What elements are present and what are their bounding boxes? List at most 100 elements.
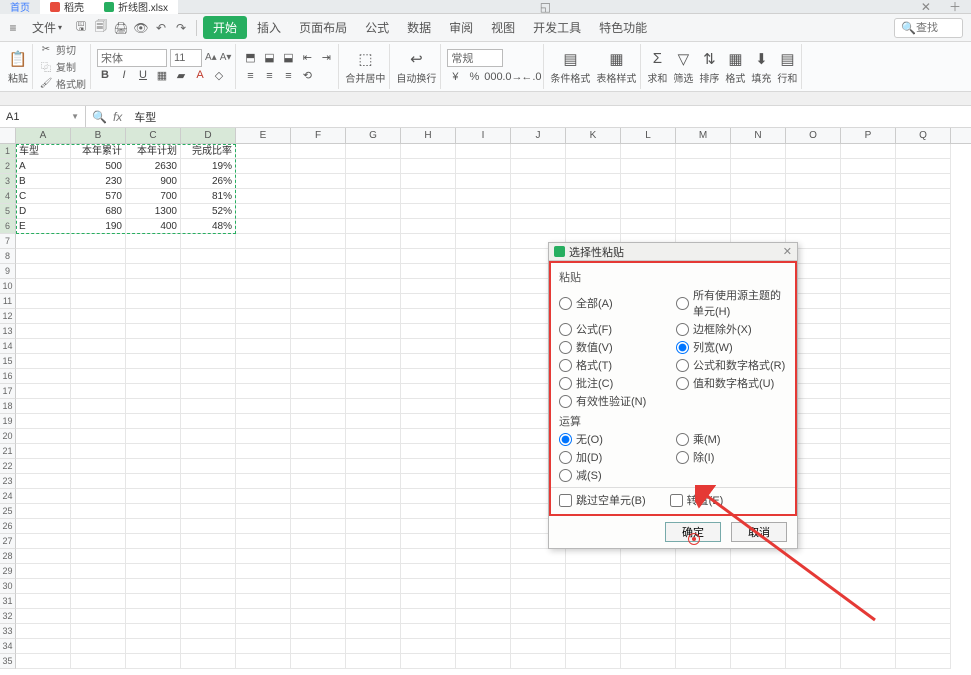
row-header[interactable]: 33: [0, 624, 16, 639]
cell[interactable]: [291, 444, 346, 459]
cell[interactable]: [841, 309, 896, 324]
radio-option[interactable]: 加(D): [559, 449, 670, 465]
cell[interactable]: [566, 204, 621, 219]
radio-input[interactable]: [559, 359, 572, 372]
cell[interactable]: [346, 609, 401, 624]
cell[interactable]: [401, 519, 456, 534]
cell[interactable]: [71, 369, 126, 384]
cell[interactable]: [71, 639, 126, 654]
cell[interactable]: [621, 564, 676, 579]
search-input[interactable]: [916, 22, 956, 34]
cell[interactable]: [621, 204, 676, 219]
cell[interactable]: [181, 474, 236, 489]
cell[interactable]: 48%: [181, 219, 236, 234]
cell[interactable]: [71, 249, 126, 264]
col-header-K[interactable]: K: [566, 128, 621, 143]
cell[interactable]: [676, 144, 731, 159]
qa-saveas-icon[interactable]: 🗐: [92, 19, 110, 37]
cell[interactable]: [401, 594, 456, 609]
radio-input[interactable]: [676, 323, 689, 336]
cell[interactable]: [841, 279, 896, 294]
row-header[interactable]: 4: [0, 189, 16, 204]
menu-file[interactable]: 文件▾: [24, 15, 70, 40]
cell[interactable]: [786, 639, 841, 654]
cell[interactable]: [236, 654, 291, 669]
row-header[interactable]: 2: [0, 159, 16, 174]
cell[interactable]: [841, 234, 896, 249]
tab-restore-icon[interactable]: ◱: [532, 0, 559, 14]
comma-icon[interactable]: 000: [485, 69, 501, 85]
radio-input[interactable]: [559, 323, 572, 336]
clearformat-button[interactable]: ◇: [211, 67, 227, 83]
cell[interactable]: [786, 564, 841, 579]
cell[interactable]: [346, 234, 401, 249]
radio-input[interactable]: [559, 377, 572, 390]
cut-button[interactable]: ✂剪切: [39, 42, 86, 57]
cell[interactable]: [291, 354, 346, 369]
menu-formula[interactable]: 公式: [357, 15, 397, 40]
cell[interactable]: [126, 564, 181, 579]
sum-button[interactable]: Σ求和: [647, 49, 667, 85]
menu-data[interactable]: 数据: [399, 15, 439, 40]
cell[interactable]: [16, 429, 71, 444]
cell[interactable]: [401, 489, 456, 504]
row-header[interactable]: 17: [0, 384, 16, 399]
cell[interactable]: [731, 639, 786, 654]
cell[interactable]: [511, 594, 566, 609]
cell[interactable]: [841, 609, 896, 624]
cell[interactable]: [401, 144, 456, 159]
cell[interactable]: [456, 414, 511, 429]
cell[interactable]: [456, 189, 511, 204]
ok-button[interactable]: 确定: [665, 522, 721, 542]
cell[interactable]: [731, 579, 786, 594]
border-button[interactable]: ▦: [154, 67, 170, 83]
cell[interactable]: [346, 579, 401, 594]
cell[interactable]: [126, 444, 181, 459]
cell[interactable]: [291, 144, 346, 159]
cell[interactable]: [731, 609, 786, 624]
cell[interactable]: [126, 324, 181, 339]
cell[interactable]: [236, 234, 291, 249]
cell[interactable]: [71, 594, 126, 609]
cell[interactable]: [401, 624, 456, 639]
cell[interactable]: [566, 174, 621, 189]
cell[interactable]: [841, 474, 896, 489]
row-header[interactable]: 10: [0, 279, 16, 294]
cell[interactable]: [456, 519, 511, 534]
cell[interactable]: [346, 279, 401, 294]
cell[interactable]: [456, 429, 511, 444]
cell[interactable]: [16, 444, 71, 459]
cell[interactable]: [126, 429, 181, 444]
cell[interactable]: [731, 159, 786, 174]
cell[interactable]: [401, 354, 456, 369]
cell[interactable]: [181, 309, 236, 324]
radio-input[interactable]: [676, 359, 689, 372]
cell[interactable]: [346, 654, 401, 669]
qa-redo-icon[interactable]: ↷: [172, 19, 190, 37]
row-header[interactable]: 34: [0, 639, 16, 654]
cell[interactable]: [236, 609, 291, 624]
cell[interactable]: [126, 279, 181, 294]
cell[interactable]: [181, 564, 236, 579]
radio-input[interactable]: [559, 433, 572, 446]
cell[interactable]: [16, 594, 71, 609]
cell[interactable]: [236, 504, 291, 519]
cell[interactable]: [346, 189, 401, 204]
col-header-G[interactable]: G: [346, 128, 401, 143]
cell[interactable]: [291, 579, 346, 594]
col-header-N[interactable]: N: [731, 128, 786, 143]
cell[interactable]: [841, 354, 896, 369]
cell[interactable]: [236, 444, 291, 459]
cell[interactable]: [16, 474, 71, 489]
cell[interactable]: [236, 489, 291, 504]
app-menu-icon[interactable]: ≡: [4, 19, 22, 37]
cell[interactable]: [896, 384, 951, 399]
row-header[interactable]: 35: [0, 654, 16, 669]
cell[interactable]: [236, 474, 291, 489]
tab-close-icon[interactable]: ✕: [913, 0, 939, 14]
row-header[interactable]: 20: [0, 429, 16, 444]
row-header[interactable]: 16: [0, 369, 16, 384]
cell[interactable]: [896, 324, 951, 339]
cell[interactable]: [456, 639, 511, 654]
cell[interactable]: 700: [126, 189, 181, 204]
